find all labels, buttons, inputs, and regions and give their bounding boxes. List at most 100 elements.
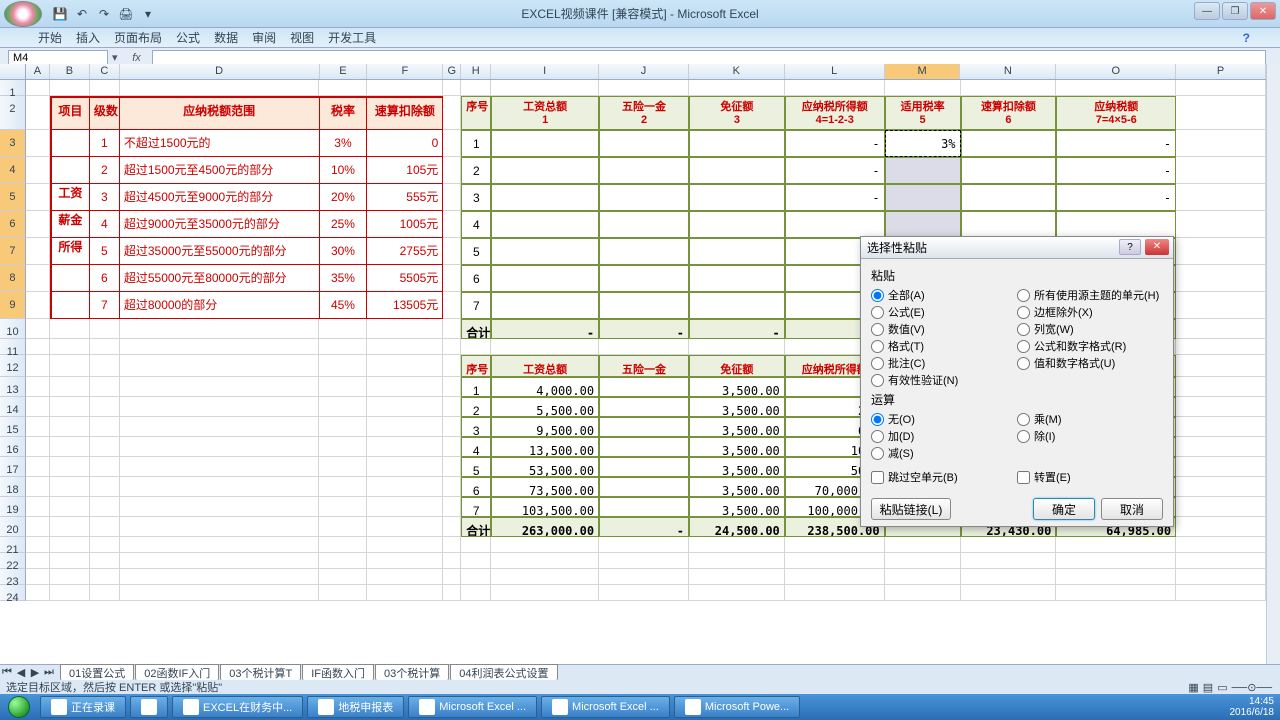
row-header-13[interactable]: 13 xyxy=(0,377,26,397)
col-header-F[interactable]: F xyxy=(367,64,443,79)
cell-C8[interactable]: 6 xyxy=(90,265,120,292)
radio-paste-right-2[interactable]: 列宽(W) xyxy=(1017,321,1163,337)
cell-F12[interactable] xyxy=(367,355,443,377)
cell-E8[interactable]: 35% xyxy=(320,265,368,292)
cell-J4[interactable] xyxy=(599,157,689,184)
cell-M3[interactable]: 3% xyxy=(885,130,961,157)
cell-M1[interactable] xyxy=(885,80,961,96)
tab-review[interactable]: 审阅 xyxy=(252,29,276,46)
cell-F23[interactable] xyxy=(367,569,443,585)
cell-K5[interactable] xyxy=(689,184,785,211)
cell-L2[interactable]: 应纳税所得额 4=1-2-3 xyxy=(785,96,885,130)
select-all-corner[interactable] xyxy=(0,64,26,79)
radio-paste-left-2[interactable]: 数值(V) xyxy=(871,321,1017,337)
tab-data[interactable]: 数据 xyxy=(214,29,238,46)
cell-K10[interactable]: - xyxy=(689,319,785,339)
cell-K15[interactable]: 3,500.00 xyxy=(689,417,785,437)
cell-B3[interactable] xyxy=(50,130,90,157)
cell-J18[interactable] xyxy=(599,477,689,497)
cell-J3[interactable] xyxy=(599,130,689,157)
cell-D4[interactable]: 超过1500元至4500元的部分 xyxy=(120,157,320,184)
cell-E14[interactable] xyxy=(319,397,367,417)
radio-paste-right-4[interactable]: 值和数字格式(U) xyxy=(1017,355,1163,371)
tab-formula[interactable]: 公式 xyxy=(176,29,200,46)
cell-I16[interactable]: 13,500.00 xyxy=(491,437,599,457)
name-box-dropdown-icon[interactable]: ▾ xyxy=(108,51,122,64)
cell-K22[interactable] xyxy=(689,553,785,569)
cell-J9[interactable] xyxy=(599,292,689,319)
cell-B10[interactable] xyxy=(50,319,90,339)
save-icon[interactable]: 💾 xyxy=(50,4,70,24)
col-header-H[interactable]: H xyxy=(461,64,491,79)
cell-I19[interactable]: 103,500.00 xyxy=(491,497,599,517)
row-header-23[interactable]: 23 xyxy=(0,569,26,585)
row-header-21[interactable]: 21 xyxy=(0,537,26,553)
col-header-B[interactable]: B xyxy=(50,64,90,79)
row-header-18[interactable]: 18 xyxy=(0,477,26,497)
sheet-tab-3[interactable]: IF函数入门 xyxy=(302,664,374,681)
row-header-7[interactable]: 7 xyxy=(0,238,26,265)
dialog-titlebar[interactable]: 选择性粘贴 ? ✕ xyxy=(861,237,1173,259)
cell-K7[interactable] xyxy=(689,238,785,265)
sheet-tab-4[interactable]: 03个税计算 xyxy=(375,664,449,681)
cell-F24[interactable] xyxy=(367,585,443,601)
cell-P8[interactable] xyxy=(1176,265,1266,292)
cell-E23[interactable] xyxy=(319,569,367,585)
cell-K14[interactable]: 3,500.00 xyxy=(689,397,785,417)
cell-J15[interactable] xyxy=(599,417,689,437)
cell-M4[interactable] xyxy=(885,157,961,184)
cell-D5[interactable]: 超过4500元至9000元的部分 xyxy=(120,184,320,211)
cell-E4[interactable]: 10% xyxy=(320,157,368,184)
row-header-15[interactable]: 15 xyxy=(0,417,26,437)
cell-A20[interactable] xyxy=(26,517,50,537)
cell-G9[interactable] xyxy=(443,292,461,319)
cell-A23[interactable] xyxy=(26,569,50,585)
cell-G20[interactable] xyxy=(443,517,461,537)
cell-E17[interactable] xyxy=(319,457,367,477)
taskbar-item-2[interactable]: EXCEL在财务中... xyxy=(172,696,303,718)
cell-B8[interactable] xyxy=(50,265,90,292)
cell-I5[interactable] xyxy=(491,184,599,211)
vertical-scrollbar[interactable] xyxy=(1266,64,1280,666)
cell-M5[interactable] xyxy=(885,184,961,211)
cell-J17[interactable] xyxy=(599,457,689,477)
cell-E16[interactable] xyxy=(319,437,367,457)
tab-insert[interactable]: 插入 xyxy=(76,29,100,46)
cell-D6[interactable]: 超过9000元至35000元的部分 xyxy=(120,211,320,238)
cell-H10[interactable]: 合计 xyxy=(461,319,491,339)
cell-I21[interactable] xyxy=(491,537,599,553)
col-header-C[interactable]: C xyxy=(90,64,120,79)
cell-D1[interactable] xyxy=(120,80,320,96)
sheet-tab-5[interactable]: 04利润表公式设置 xyxy=(450,664,557,681)
office-button[interactable] xyxy=(4,1,42,27)
cell-J13[interactable] xyxy=(599,377,689,397)
cell-I7[interactable] xyxy=(491,238,599,265)
cell-I17[interactable]: 53,500.00 xyxy=(491,457,599,477)
sheet-tab-2[interactable]: 03个税计算T xyxy=(220,664,301,681)
cell-E1[interactable] xyxy=(319,80,367,96)
taskbar-item-3[interactable]: 地税申报表 xyxy=(307,696,404,718)
cell-N1[interactable] xyxy=(961,80,1057,96)
cell-N2[interactable]: 速算扣除额 6 xyxy=(961,96,1057,130)
close-button[interactable]: ✕ xyxy=(1250,2,1276,20)
cell-I8[interactable] xyxy=(491,265,599,292)
cell-M6[interactable] xyxy=(885,211,961,238)
cell-J22[interactable] xyxy=(599,553,689,569)
cell-A5[interactable] xyxy=(26,184,50,211)
cell-H8[interactable]: 6 xyxy=(461,265,491,292)
cell-H2[interactable]: 序号 xyxy=(461,96,491,130)
cell-B7[interactable]: 所得 xyxy=(50,238,90,265)
cell-P4[interactable] xyxy=(1176,157,1266,184)
cell-A8[interactable] xyxy=(26,265,50,292)
cell-B15[interactable] xyxy=(50,417,90,437)
cell-G11[interactable] xyxy=(443,339,461,355)
cell-H11[interactable] xyxy=(461,339,491,355)
cell-H6[interactable]: 4 xyxy=(461,211,491,238)
cell-K4[interactable] xyxy=(689,157,785,184)
cell-P14[interactable] xyxy=(1176,397,1266,417)
row-header-1[interactable]: 1 xyxy=(0,80,26,96)
cell-B12[interactable] xyxy=(50,355,90,377)
row-header-16[interactable]: 16 xyxy=(0,437,26,457)
radio-op-right-0[interactable]: 乘(M) xyxy=(1017,411,1163,427)
taskbar-item-5[interactable]: Microsoft Excel ... xyxy=(541,696,670,718)
